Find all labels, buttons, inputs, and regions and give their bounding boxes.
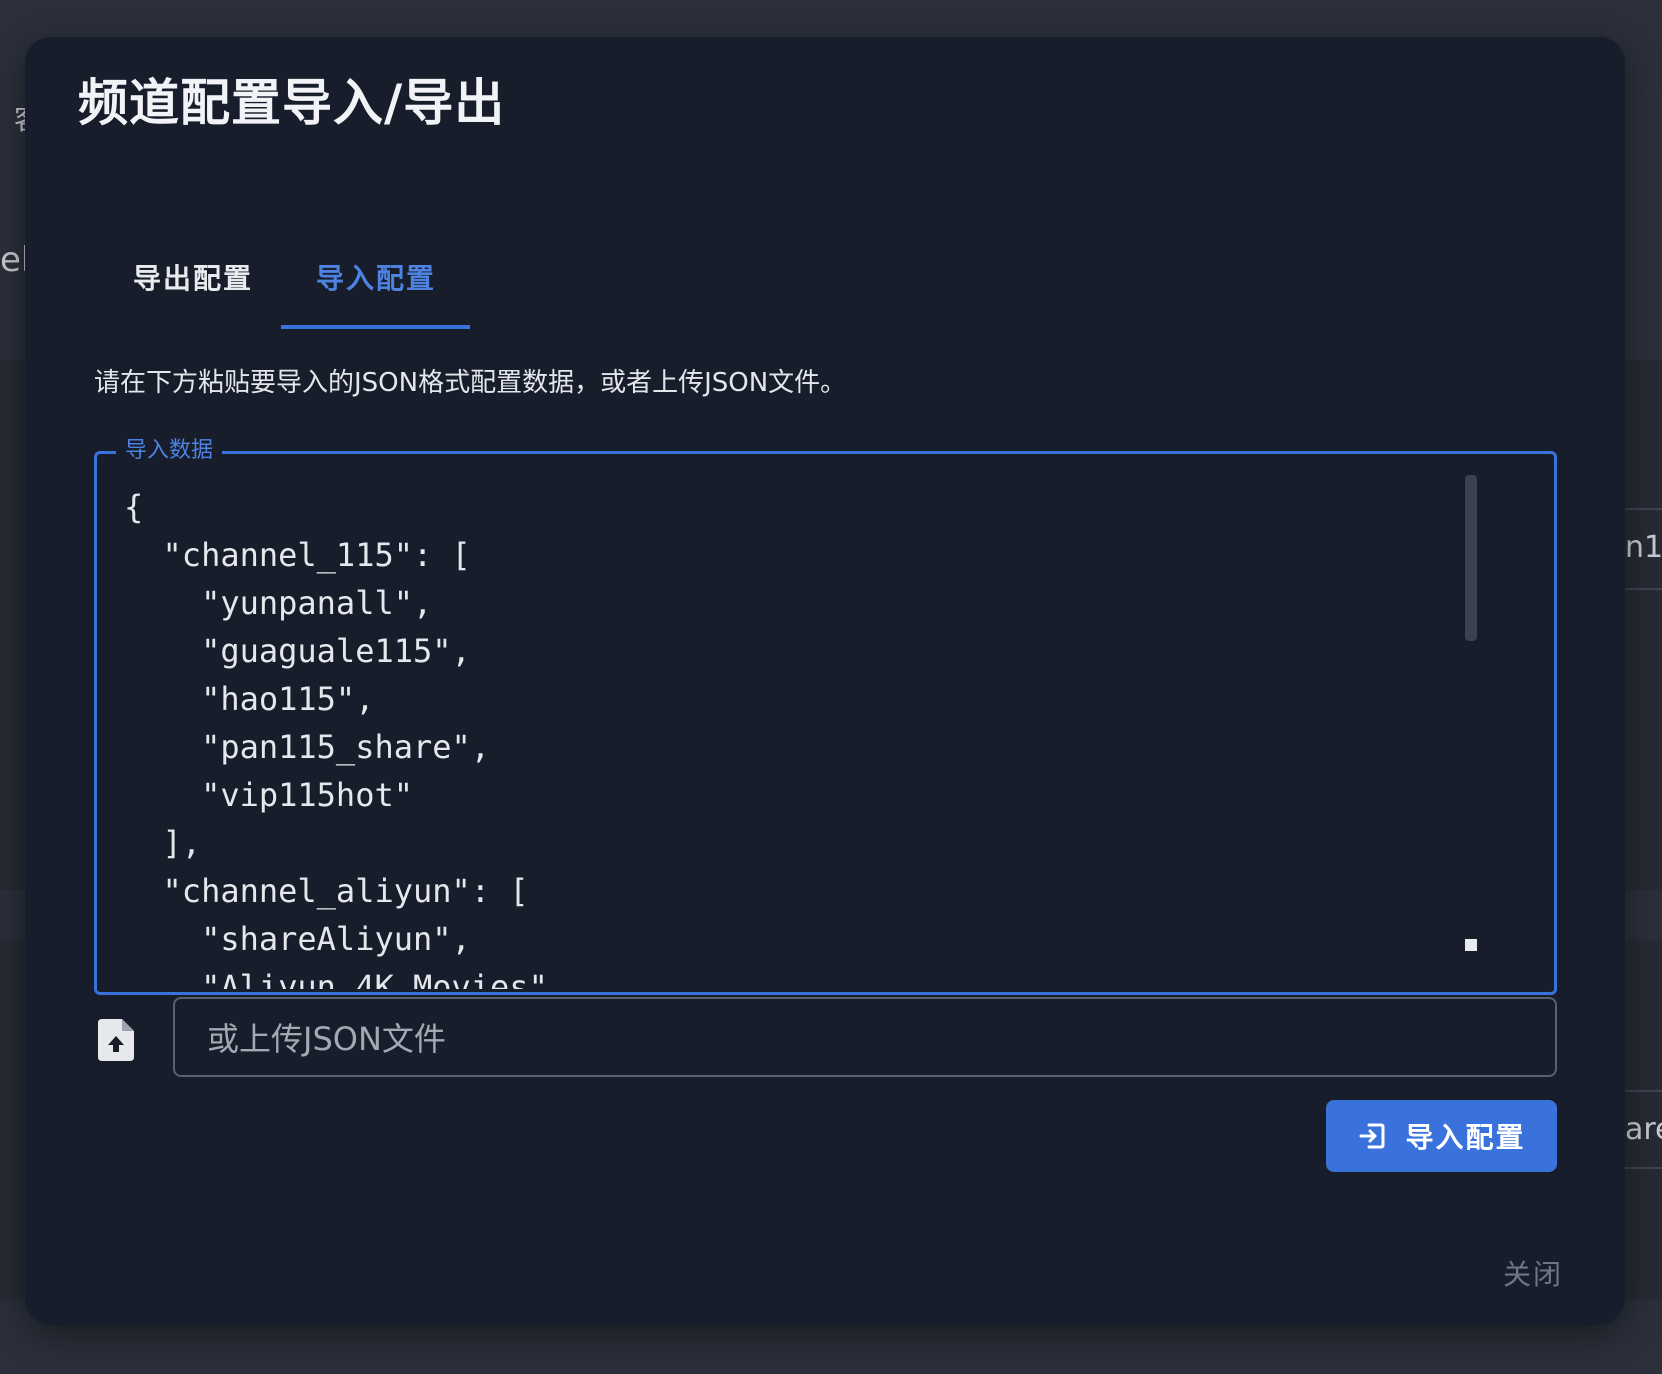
textarea-scrollbar-thumb[interactable]	[1465, 475, 1477, 641]
import-data-label: 导入数据	[116, 432, 223, 464]
textarea-scrollbar[interactable]	[1465, 475, 1477, 955]
config-import-export-dialog: 频道配置导入/导出 导出配置 导入配置 请在下方粘贴要导入的JSON格式配置数据…	[25, 37, 1625, 1325]
background-text: n11	[1625, 530, 1662, 565]
textarea-resize-handle[interactable]	[1465, 939, 1477, 951]
import-data-textarea[interactable]	[124, 483, 1514, 989]
import-config-button[interactable]: 导入配置	[1326, 1100, 1557, 1172]
tab-export-config[interactable]: 导出配置	[98, 225, 288, 329]
active-tab-indicator	[281, 325, 470, 329]
dialog-title: 频道配置导入/导出	[78, 74, 506, 132]
import-instruction: 请在下方粘贴要导入的JSON格式配置数据，或者上传JSON文件。	[94, 368, 847, 398]
background-divider	[1625, 1167, 1662, 1169]
import-data-field: 导入数据	[94, 413, 1557, 995]
json-file-upload-input[interactable]: 或上传JSON文件	[173, 997, 1557, 1077]
background-text: are	[1625, 1112, 1662, 1147]
background-text: elc	[0, 240, 25, 280]
tab-import-config[interactable]: 导入配置	[281, 225, 471, 329]
import-config-button-label: 导入配置	[1405, 1122, 1526, 1153]
background-divider	[1625, 1090, 1662, 1092]
login-icon	[1359, 1123, 1385, 1149]
file-upload-icon[interactable]	[98, 1019, 134, 1061]
background-divider	[1625, 508, 1662, 510]
close-button[interactable]: 关闭	[1503, 1253, 1563, 1293]
background-divider	[1625, 588, 1662, 590]
